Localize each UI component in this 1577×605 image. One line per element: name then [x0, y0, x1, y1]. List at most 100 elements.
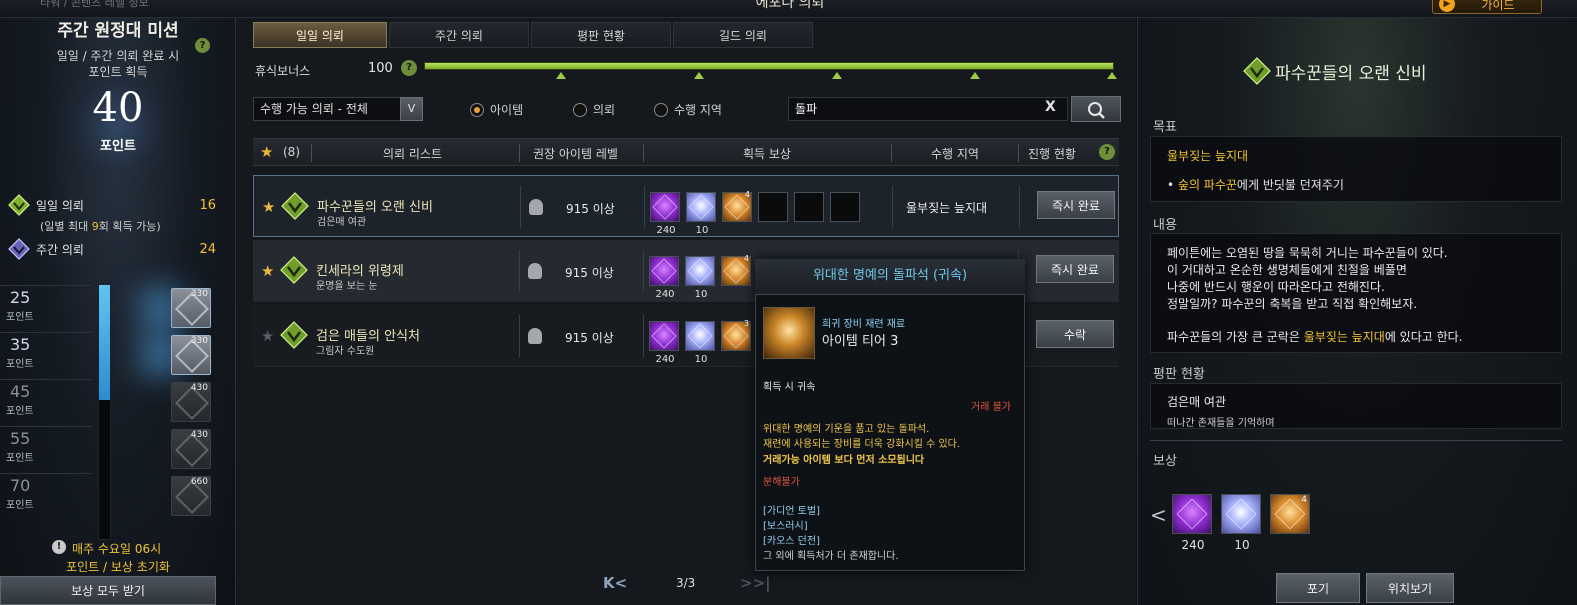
radio-item[interactable]: 아이템: [470, 101, 523, 118]
rest-marker-icon: [1107, 72, 1117, 79]
accept-button[interactable]: 수락: [1036, 320, 1114, 348]
mission-description-line2: 포인트 획득: [88, 65, 148, 79]
gem-purple-icon: [652, 194, 678, 220]
rest-marker-icon: [694, 72, 704, 79]
daily-mission-limit: (일별 최대 9회 획득 가능): [40, 218, 161, 234]
tooltip-trade: 거래 불가: [971, 402, 1011, 413]
tab-weekly[interactable]: 주간 의뢰: [389, 22, 529, 48]
daily-quest-icon: [281, 192, 309, 220]
reward-slot[interactable]: 240: [650, 192, 680, 236]
divider: [644, 186, 645, 228]
tab-guild[interactable]: 길드 의뢰: [673, 22, 813, 48]
reward-slot[interactable]: 10: [685, 256, 715, 300]
quest-npc: 운명을 보는 눈: [316, 281, 378, 292]
tier-points: 55: [10, 429, 31, 448]
reward-slot[interactable]: 10: [685, 321, 715, 365]
reward-slot[interactable]: 4: [721, 254, 751, 286]
play-icon: ▶: [1439, 0, 1455, 12]
tier-reward-4[interactable]: 430: [171, 429, 211, 469]
tier-label: 포인트: [6, 359, 34, 370]
goal-task-target: 숲의 파수꾼: [1177, 178, 1237, 192]
reward-count: 3: [743, 319, 749, 328]
reputation-name: 검은매 여관: [1167, 395, 1227, 409]
tab-reputation[interactable]: 평판 현황: [531, 22, 671, 48]
tooltip-desc: 거래가능 아이템 보다 먼저 소모됩니다: [763, 455, 925, 466]
help-icon[interactable]: ?: [1099, 144, 1115, 160]
reset-notice-time: 매주 수요일 06시: [72, 542, 162, 556]
tier-reward-2[interactable]: 330: [171, 335, 211, 375]
rest-bonus-fill: [425, 63, 1113, 69]
clear-icon[interactable]: X: [1045, 99, 1056, 115]
weekly-mission-label: 주간 의뢰: [36, 242, 84, 257]
quest-region: 울부짖는 늪지대: [906, 201, 988, 215]
search-input[interactable]: 돌파: [788, 97, 1068, 121]
tier-reward-5[interactable]: 660: [171, 476, 211, 516]
divider: [520, 186, 521, 228]
reward-heading: 보상: [1153, 454, 1177, 469]
info-icon: !: [52, 540, 66, 554]
claim-all-button[interactable]: 보상 모두 받기: [0, 576, 216, 605]
favorite-star-icon[interactable]: ★: [261, 327, 274, 345]
daily-limit-prefix: (일별 최대: [40, 220, 92, 233]
tier-reward-1[interactable]: 330: [171, 288, 211, 328]
tier-reward-count: 330: [190, 336, 208, 346]
divider: [643, 144, 644, 162]
quest-item-level: 915 이상: [565, 266, 614, 280]
favorite-star-icon[interactable]: ★: [262, 198, 275, 216]
reward-slot[interactable]: 240: [649, 321, 679, 365]
tooltip-source: [가디언 토벌]: [763, 506, 820, 517]
gem-blue-icon: [1225, 498, 1257, 530]
reward-slot[interactable]: 4: [1270, 494, 1310, 534]
search-button[interactable]: [1071, 96, 1121, 122]
quest-filter-select[interactable]: 수행 가능 의뢰 - 전체: [253, 97, 423, 121]
radio-quest[interactable]: 의뢰: [573, 101, 615, 118]
pager-next-button[interactable]: >>|: [740, 574, 771, 592]
reward-slot[interactable]: 10: [686, 192, 716, 236]
radio-region[interactable]: 수행 지역: [654, 101, 722, 118]
reward-slot[interactable]: 4: [722, 190, 752, 222]
favorite-star-icon[interactable]: ★: [261, 262, 274, 280]
instant-complete-button[interactable]: 즉시 완료: [1037, 191, 1115, 219]
favorite-star-icon[interactable]: ★: [260, 143, 273, 161]
radio-quest-label: 의뢰: [593, 103, 616, 117]
table-row[interactable]: ★ 파수꾼들의 오랜 신비 검은매 여관 915 이상 240 10 4 울부짖…: [253, 175, 1119, 237]
tooltip-no-disassemble: 분해불가: [763, 477, 800, 488]
reward-value: 240: [655, 289, 675, 300]
content-line: 정말일까? 파수꾼의 축복을 받고 직접 확인해보자.: [1167, 297, 1418, 311]
reward-slot[interactable]: 240: [1172, 494, 1212, 552]
chevron-down-icon[interactable]: V: [400, 97, 423, 121]
chevron-left-icon[interactable]: <: [1150, 503, 1167, 527]
radio-region-label: 수행 지역: [674, 103, 722, 117]
divider: [892, 186, 893, 228]
divider: [1150, 440, 1562, 441]
reward-slot[interactable]: 3: [721, 319, 751, 351]
tier-points: 70: [10, 476, 31, 495]
top-left-caption: 타워 / 콘텐츠 레벨 정보: [40, 0, 149, 9]
reward-slot[interactable]: 10: [1221, 494, 1261, 552]
rest-marker-icon: [970, 72, 980, 79]
reward-value: 10: [694, 289, 708, 300]
tab-daily[interactable]: 일일 의뢰: [253, 22, 387, 48]
daily-mission-count: 16: [199, 197, 216, 213]
empty-slot: [758, 192, 788, 222]
col-item-level: 권장 아이템 레벨: [533, 147, 618, 161]
favorite-count: (8): [283, 145, 300, 159]
instant-complete-button[interactable]: 즉시 완료: [1036, 255, 1114, 283]
mission-description: 일일 / 주간 의뢰 완료 시 포인트 획득: [20, 48, 216, 80]
col-reward: 획득 보상: [743, 147, 791, 161]
guide-button[interactable]: ▶ 가이드: [1432, 0, 1542, 14]
radio-dot: [654, 102, 668, 117]
reward-value: 240: [656, 225, 676, 236]
help-icon[interactable]: ?: [401, 60, 417, 76]
reward-slot[interactable]: 240: [649, 256, 679, 300]
gem-purple-icon: [651, 323, 677, 349]
tier-reward-count: 430: [190, 430, 208, 440]
pager-prev-button[interactable]: K<: [603, 574, 627, 592]
gem-purple-icon: [1176, 498, 1208, 530]
window-title: 에포나 의뢰: [755, 0, 825, 11]
tier-reward-count: 330: [190, 289, 208, 299]
tier-reward-3[interactable]: 430: [171, 382, 211, 422]
reward-value: 10: [695, 225, 709, 236]
abandon-button[interactable]: 포기: [1276, 573, 1360, 603]
show-location-button[interactable]: 위치보기: [1366, 573, 1454, 603]
